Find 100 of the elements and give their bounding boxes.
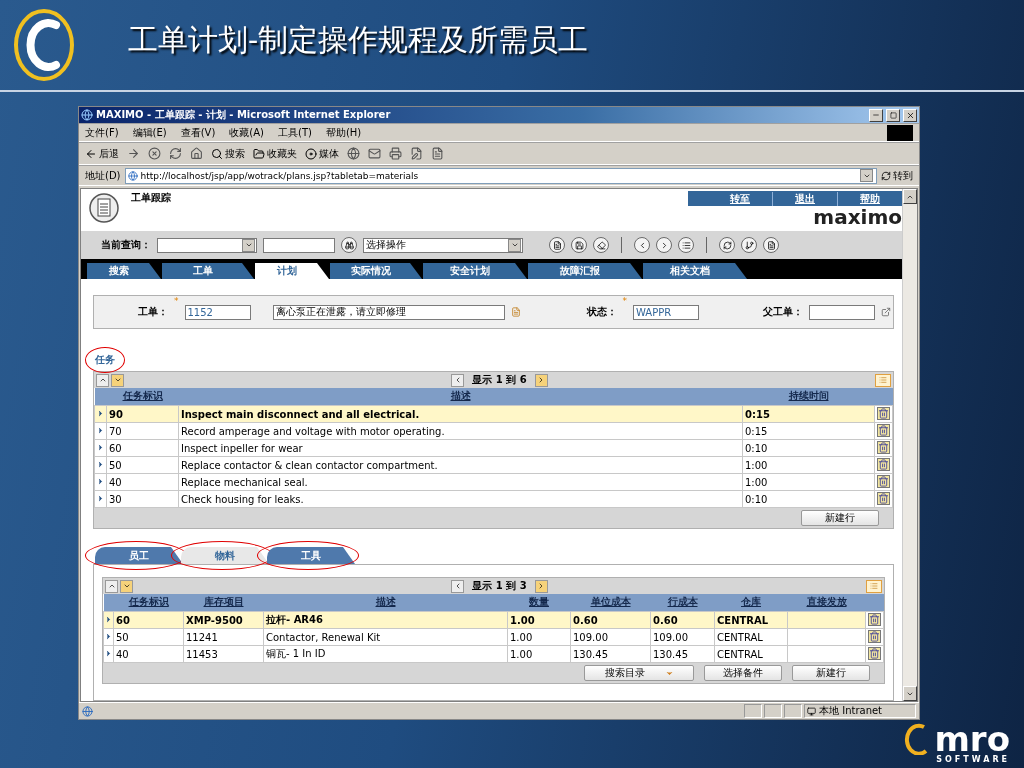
menu-item[interactable]: 编辑(E) [132,125,167,140]
column-header[interactable]: 描述 [375,596,396,607]
field-label: 状态： [586,305,617,319]
document-icon[interactable] [549,237,565,253]
query-select[interactable] [157,237,257,253]
pager-text: 显示 1 到 3 [472,579,527,593]
action-button[interactable]: 新建行 [801,510,879,526]
menu-item[interactable]: 收藏(A) [229,125,264,140]
trash-icon[interactable] [877,423,890,437]
menu-item[interactable]: 工具(T) [278,125,312,140]
address-field[interactable]: http://localhost/jsp/app/wotrack/plans.jsp?tabletab=materials [124,167,877,184]
status-pane [764,704,782,718]
forward-arrow-icon[interactable] [127,147,140,160]
search-button[interactable]: 搜索 [211,146,245,161]
browser-icon [81,109,93,121]
expand-icon[interactable] [111,373,124,387]
tab[interactable]: 物料 [181,547,269,564]
maximize-icon[interactable] [886,108,900,122]
branch-icon[interactable] [741,237,757,253]
table-cell: XMP-9500 [183,611,264,629]
computer-icon [807,706,816,716]
binoculars-icon[interactable] [341,237,357,253]
refresh-icon[interactable] [719,237,735,253]
mail-icon[interactable] [368,147,381,160]
home-icon[interactable] [190,147,203,160]
eraser-icon[interactable] [593,237,609,253]
tab[interactable]: 搜索 [87,263,161,279]
list-icon[interactable] [678,237,694,253]
trash-icon[interactable] [868,612,881,626]
menu-item[interactable]: 帮助(H) [325,125,362,140]
action-button[interactable]: 新建行 [792,665,870,681]
minimize-icon[interactable] [869,108,883,122]
edit-icon[interactable] [410,147,423,160]
document-icon[interactable] [431,147,444,160]
header-link[interactable]: 退出 [772,191,837,206]
trash-icon[interactable] [877,457,890,471]
previous-icon[interactable] [634,237,650,253]
refresh-icon[interactable] [169,147,182,160]
trash-icon[interactable] [877,491,890,505]
trash-icon[interactable] [877,406,890,420]
detail-link-icon[interactable] [881,307,891,317]
column-header[interactable]: 仓库 [741,596,761,607]
caret-icon [510,241,519,249]
close-icon[interactable] [903,108,917,122]
tab[interactable]: 安全计划 [423,263,527,279]
caret-icon [244,241,253,249]
action-select[interactable]: 选择操作 [363,237,523,253]
document-icon[interactable] [763,237,779,253]
tab[interactable]: 计划 [255,263,329,279]
query-field[interactable] [263,237,335,253]
collapse-icon[interactable] [96,373,109,387]
tab[interactable]: 相关文档 [643,263,747,279]
trash-icon[interactable] [868,629,881,643]
query-label: 当前查询： [101,238,151,252]
go-button[interactable]: 转到 [881,168,913,183]
zone-status: 本地 Intranet [804,704,916,718]
table-cell: 90 [106,405,179,423]
save-icon[interactable] [571,237,587,253]
dropdown-button[interactable]: 搜索目录 [584,665,694,681]
back-arrow-icon [85,147,97,160]
expand-icon[interactable] [120,579,133,593]
media-button[interactable]: 媒体 [305,146,339,161]
previous-page-icon[interactable] [451,579,465,593]
favorites-button[interactable]: 收藏夹 [253,146,297,161]
next-icon[interactable] [656,237,672,253]
tab[interactable]: 工单 [162,263,254,279]
status-field[interactable]: WAPPR [633,304,699,320]
mro-logo-text: mro [934,723,1010,755]
column-header[interactable]: 数量 [529,596,549,607]
action-button[interactable]: 选择备件 [704,665,782,681]
slide-title: 工单计划-制定操作规程及所需员工 [128,20,589,59]
table-cell: 0:15 [742,405,875,423]
clipboard-icon [89,191,119,225]
trash-icon[interactable] [868,646,881,660]
column-header[interactable]: 描述 [450,390,471,401]
scrollbar[interactable] [902,189,917,701]
address-label: 地址(D) [85,168,121,183]
menu-item[interactable]: 文件(F) [85,125,119,140]
globe-icon[interactable] [347,147,360,160]
printer-icon[interactable] [389,147,402,160]
trash-icon[interactable] [877,474,890,488]
work-order-field[interactable]: 1152 [184,304,251,320]
collapse-icon[interactable] [105,579,118,593]
menu-item[interactable]: 查看(V) [180,125,216,140]
stop-icon[interactable] [148,147,161,160]
column-header[interactable]: 持续时间 [788,390,829,401]
tab[interactable]: 实际情况 [330,263,422,279]
tab[interactable]: 员工 [95,547,183,564]
previous-page-icon[interactable] [451,373,465,387]
trash-icon[interactable] [877,440,890,454]
back-button[interactable]: 后退 [85,146,119,161]
header-link[interactable]: 转至 [708,191,772,206]
dropdown-icon[interactable] [860,169,873,182]
tab[interactable]: 故障汇报 [528,263,642,279]
parent-work-order-field[interactable] [809,304,875,320]
description-field[interactable]: 离心泵正在泄露，请立即修理 [272,304,505,320]
logo-icon [12,7,76,83]
table-cell: 0.60 [650,611,715,629]
table-cell: Inspect main disconnect and all electrical. [178,405,743,423]
tab[interactable]: 工具 [267,547,355,564]
